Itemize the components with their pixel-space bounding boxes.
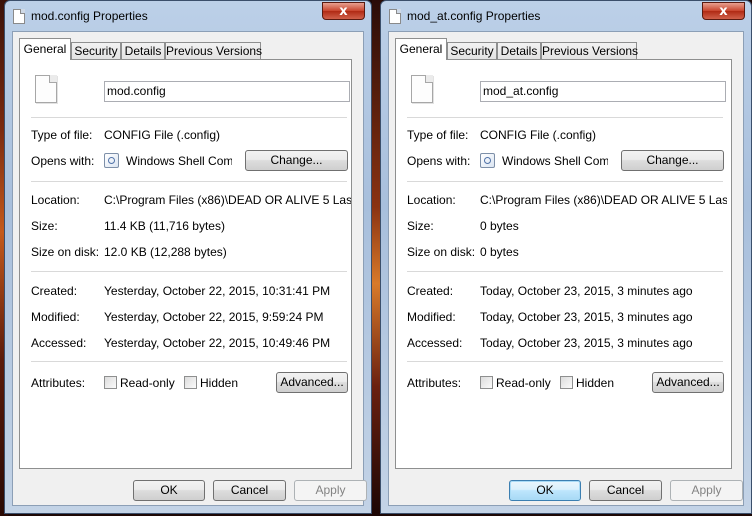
blank-file-icon [411,75,433,103]
type-label: Type of file: [31,128,93,142]
created-label: Created: [31,284,78,298]
general-panel: mod_at.config Type of file: CONFIG File … [395,59,732,469]
read-only-label[interactable]: Read-only [120,376,175,390]
location-value: C:\Program Files (x86)\DEAD OR ALIVE 5 L… [480,193,727,207]
opens-with-label: Opens with: [31,154,95,168]
modified-label: Modified: [31,310,80,324]
divider [407,117,723,118]
tab-security[interactable]: Security [447,42,497,59]
properties-window-mod-at-config: mod_at.config Properties x General Secur… [380,0,752,514]
divider [31,117,347,118]
attributes-label: Attributes: [31,376,86,390]
ok-button[interactable]: OK [509,480,581,501]
advanced-button[interactable]: Advanced... [276,372,348,393]
modified-label: Modified: [407,310,456,324]
divider [31,181,347,182]
created-value: Yesterday, October 22, 2015, 10:31:41 PM [104,284,331,298]
created-value: Today, October 23, 2015, 3 minutes ago [480,284,693,298]
close-button[interactable]: x [322,2,365,20]
window-title: mod_at.config Properties [407,9,541,23]
hidden-label[interactable]: Hidden [576,376,614,390]
divider [407,361,723,362]
windows-shell-app-icon [480,153,495,168]
type-value: CONFIG File (.config) [104,128,221,142]
advanced-button[interactable]: Advanced... [652,372,724,393]
divider [31,271,347,272]
apply-button[interactable]: Apply [294,480,367,501]
type-value: CONFIG File (.config) [480,128,597,142]
title-bar[interactable]: mod.config Properties x [5,1,371,31]
type-label: Type of file: [407,128,469,142]
document-icon [13,9,25,24]
divider [407,271,723,272]
location-label: Location: [31,193,80,207]
hidden-checkbox[interactable] [184,376,197,389]
ok-button[interactable]: OK [133,480,205,501]
size-label: Size: [407,219,434,233]
dialog-body: General Security Details Previous Versio… [388,31,744,506]
accessed-value: Yesterday, October 22, 2015, 10:49:46 PM [104,336,331,350]
hidden-checkbox[interactable] [560,376,573,389]
file-name-field[interactable]: mod_at.config [480,81,726,102]
hidden-label[interactable]: Hidden [200,376,238,390]
general-panel: mod.config Type of file: CONFIG File (.c… [19,59,352,469]
tab-previous-versions[interactable]: Previous Versions [165,42,262,59]
read-only-checkbox[interactable] [104,376,117,389]
size-value: 11.4 KB (11,716 bytes) [104,219,225,233]
tab-general[interactable]: General [395,38,447,60]
windows-shell-app-icon [104,153,119,168]
tab-previous-versions[interactable]: Previous Versions [541,42,638,59]
modified-value: Yesterday, October 22, 2015, 9:59:24 PM [104,310,324,324]
divider [31,361,347,362]
size-on-disk-value: 12.0 KB (12,288 bytes) [104,245,227,259]
tab-general[interactable]: General [19,38,71,60]
size-label: Size: [31,219,58,233]
location-value: C:\Program Files (x86)\DEAD OR ALIVE 5 L… [104,193,351,207]
location-label: Location: [407,193,456,207]
modified-value: Today, October 23, 2015, 3 minutes ago [480,310,693,324]
accessed-label: Accessed: [31,336,87,350]
size-on-disk-label: Size on disk: [31,245,100,259]
size-on-disk-value: 0 bytes [480,245,519,259]
tab-security[interactable]: Security [71,42,121,59]
properties-window-mod-config: mod.config Properties x General Security… [4,0,372,514]
size-on-disk-label: Size on disk: [407,245,476,259]
change-button[interactable]: Change... [621,150,724,171]
window-title: mod.config Properties [31,9,148,23]
accessed-label: Accessed: [407,336,463,350]
change-button[interactable]: Change... [245,150,348,171]
size-value: 0 bytes [480,219,519,233]
close-button[interactable]: x [702,2,745,20]
read-only-label[interactable]: Read-only [496,376,551,390]
cancel-button[interactable]: Cancel [213,480,286,501]
opens-with-value: Windows Shell Commor [126,154,232,168]
created-label: Created: [407,284,454,298]
title-bar[interactable]: mod_at.config Properties x [381,1,751,31]
dialog-body: General Security Details Previous Versio… [12,31,367,506]
file-name-field[interactable]: mod.config [104,81,350,102]
blank-file-icon [35,75,57,103]
accessed-value: Today, October 23, 2015, 3 minutes ago [480,336,693,350]
divider [407,181,723,182]
tab-details[interactable]: Details [497,42,541,59]
opens-with-label: Opens with: [407,154,471,168]
document-icon [389,9,401,24]
opens-with-value: Windows Shell Commor [502,154,608,168]
apply-button[interactable]: Apply [670,480,743,501]
tab-details[interactable]: Details [121,42,165,59]
read-only-checkbox[interactable] [480,376,493,389]
cancel-button[interactable]: Cancel [589,480,662,501]
attributes-label: Attributes: [407,376,462,390]
